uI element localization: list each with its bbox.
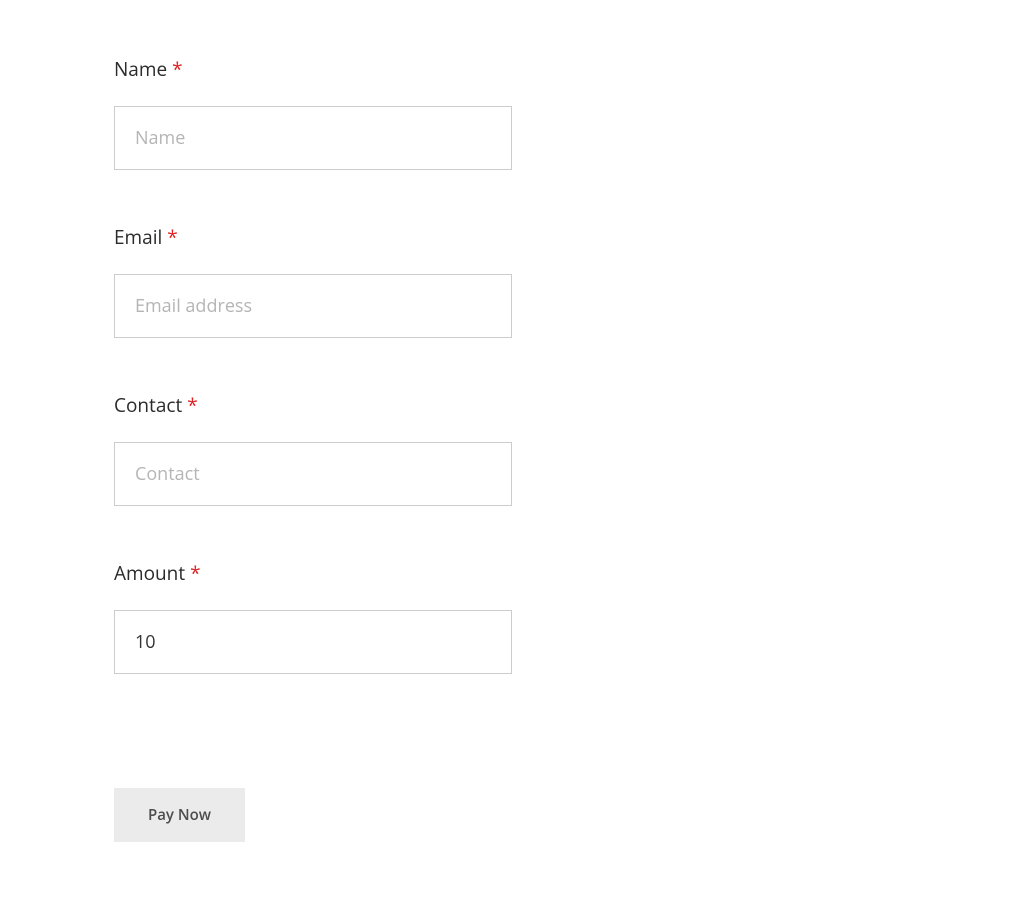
email-label-text: Email: [114, 224, 162, 250]
name-label: Name *: [114, 56, 514, 82]
required-marker: *: [190, 560, 200, 586]
payment-form: Name * Email * Contact * Amount * Pay No…: [114, 56, 514, 842]
email-field[interactable]: [114, 274, 512, 338]
pay-now-button[interactable]: Pay Now: [114, 788, 245, 842]
submit-area: Pay Now: [114, 788, 514, 842]
contact-label: Contact *: [114, 392, 514, 418]
required-marker: *: [167, 224, 177, 250]
amount-label-text: Amount: [114, 560, 185, 586]
name-label-text: Name: [114, 56, 167, 82]
amount-label: Amount *: [114, 560, 514, 586]
required-marker: *: [187, 392, 197, 418]
amount-group: Amount *: [114, 560, 514, 674]
amount-input[interactable]: [114, 610, 512, 674]
contact-group: Contact *: [114, 392, 514, 506]
required-marker: *: [172, 56, 182, 82]
name-input[interactable]: [114, 106, 512, 170]
contact-input[interactable]: [114, 442, 512, 506]
contact-label-text: Contact: [114, 392, 182, 418]
name-group: Name *: [114, 56, 514, 170]
email-group: Email *: [114, 224, 514, 338]
email-label: Email *: [114, 224, 514, 250]
